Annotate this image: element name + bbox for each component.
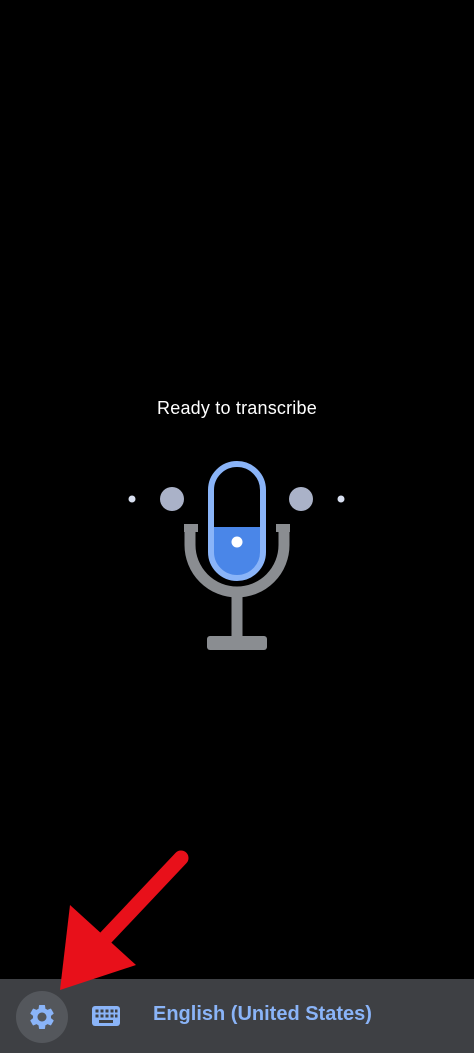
arrow-head (60, 905, 136, 990)
gear-icon (30, 1005, 54, 1029)
mic-capsule-dot (231, 536, 243, 548)
microphone-icon (128, 461, 345, 650)
keyboard-button[interactable] (86, 999, 126, 1033)
arrow-shaft (88, 850, 189, 956)
transcribe-status-text: Ready to transcribe (157, 398, 317, 418)
level-dot-large-left (160, 487, 184, 511)
keyboard-icon (92, 1006, 120, 1026)
bottom-bar: English (United States) (0, 979, 474, 1053)
mic-stand-left-cap (184, 524, 198, 532)
mic-stand-right-cap (276, 524, 290, 532)
mic-stand-base (207, 636, 267, 650)
level-dot-small-right (337, 495, 345, 503)
level-dot-large-right (289, 487, 313, 511)
settings-button[interactable] (16, 991, 68, 1043)
language-selector[interactable]: English (United States) (153, 1003, 372, 1026)
level-dot-small-left (128, 495, 136, 503)
mic-stand-pole (231, 590, 243, 638)
